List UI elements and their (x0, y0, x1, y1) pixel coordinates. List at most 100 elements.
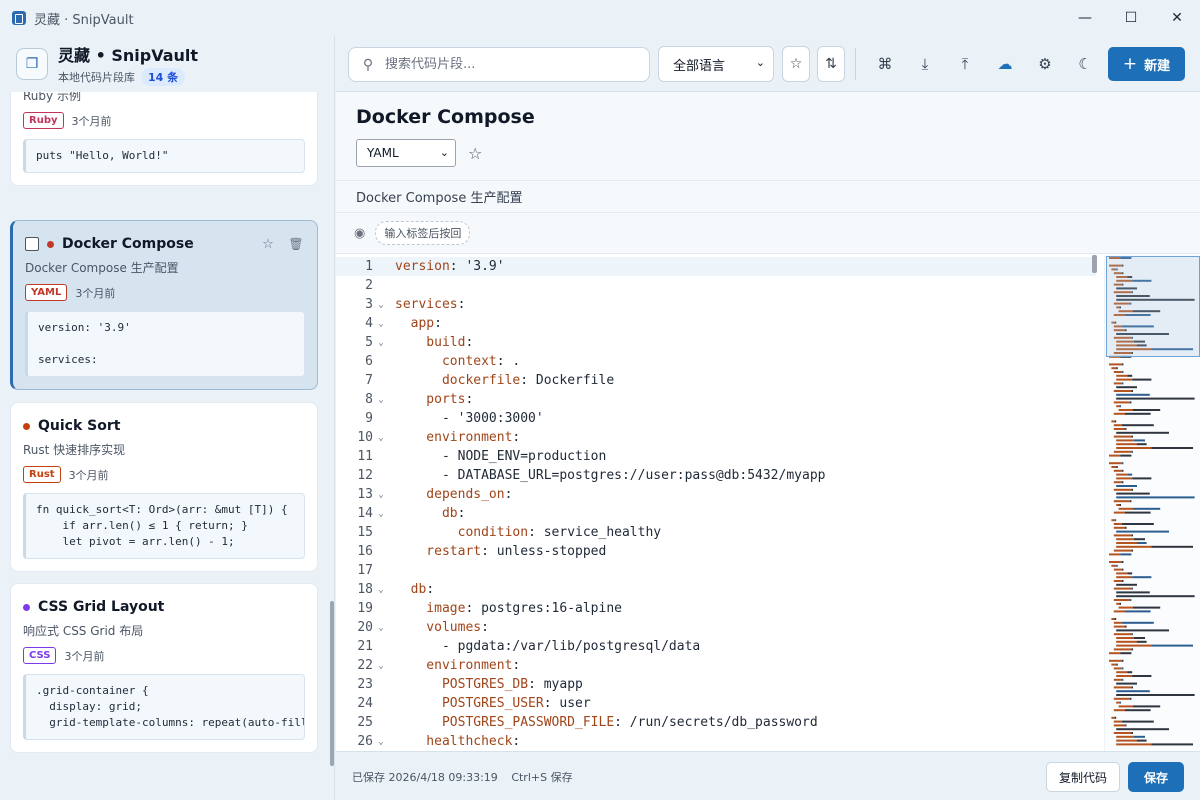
card-checkbox[interactable] (25, 237, 39, 251)
copy-code-button[interactable]: 复制代码 (1046, 762, 1120, 792)
line-number: 11 (357, 449, 373, 464)
fold-chevron-icon[interactable]: ⌄ (375, 433, 387, 443)
minimap-line (1131, 534, 1133, 537)
minimap-line (1125, 511, 1151, 514)
save-button[interactable]: 保存 (1128, 762, 1184, 792)
snippet-title[interactable]: Docker Compose (356, 106, 535, 128)
code-text: POSTGRES_USER: user (395, 696, 591, 711)
snippet-card[interactable]: CSS Grid Layout 响应式 CSS Grid 布局 CSS 3个月前 .gr… (10, 583, 318, 753)
code-line[interactable]: 19 image: postgres:16-alpine (336, 599, 1096, 618)
code-line[interactable]: 8 ⌄ ports: (336, 390, 1096, 409)
minimap-line (1114, 519, 1117, 522)
code-line[interactable]: 10 ⌄ environment: (336, 428, 1096, 447)
new-snippet-button[interactable]: + 新建 (1108, 47, 1185, 81)
code-line[interactable]: 9 - '3000:3000' (336, 409, 1096, 428)
fold-chevron-icon[interactable]: ⌄ (375, 490, 387, 500)
fold-chevron-icon[interactable]: ⌄ (375, 509, 387, 519)
language-filter-select[interactable]: 全部语言 ⌄ (658, 46, 774, 82)
code-line[interactable]: 2 (336, 276, 1096, 295)
sort-button[interactable]: ⇅ (817, 46, 845, 82)
yaml-key: POSTGRES_USER (395, 696, 544, 711)
minimap-line (1116, 694, 1195, 696)
language-color-dot (47, 240, 54, 248)
code-editor[interactable]: 1 version: '3.9' 2 3 ⌄ services: 4 ⌄ app: 5 ⌄ bui… (336, 255, 1200, 751)
fold-chevron-icon[interactable]: ⌄ (375, 319, 387, 329)
yaml-value: : (457, 506, 466, 521)
snippet-language-select[interactable]: YAML ⌄ (356, 139, 456, 167)
code-line[interactable]: 12 - DATABASE_URL=postgres://user:pass@d… (336, 466, 1096, 485)
code-line[interactable]: 23 POSTGRES_DB: myapp (336, 675, 1096, 694)
code-line[interactable]: 14 ⌄ db: (336, 504, 1096, 523)
fold-chevron-icon[interactable]: ⌄ (375, 300, 387, 310)
minimap-line (1113, 382, 1122, 385)
star-icon[interactable]: ☆ (259, 235, 277, 253)
minimap-line (1118, 705, 1133, 708)
code-line[interactable]: 13 ⌄ depends_on: (336, 485, 1096, 504)
search-input[interactable] (385, 57, 635, 72)
code-line[interactable]: 17 (336, 561, 1096, 580)
minimap-line (1113, 526, 1125, 529)
saved-time: 已保存 2026/4/18 09:33:19 (352, 771, 498, 784)
code-line[interactable]: 25 POSTGRES_PASSWORD_FILE: /run/secrets/… (336, 713, 1096, 732)
snippet-description[interactable]: Docker Compose 生产配置 (336, 180, 1200, 213)
fold-chevron-icon[interactable]: ⌄ (375, 395, 387, 405)
gear-icon[interactable]: ⚙ (1031, 50, 1059, 78)
fold-chevron-icon[interactable]: ⌄ (375, 585, 387, 595)
minimap[interactable] (1104, 255, 1200, 751)
minimap-viewport[interactable] (1106, 256, 1200, 357)
cloud-icon[interactable]: ☁ (991, 50, 1019, 78)
download-icon[interactable]: ⤓ (911, 50, 939, 78)
fold-chevron-icon[interactable]: ⌄ (375, 661, 387, 671)
minimap-line (1116, 572, 1128, 575)
yaml-key: db (395, 582, 427, 597)
code-line[interactable]: 18 ⌄ db: (336, 580, 1096, 599)
code-line[interactable]: 11 - NODE_ENV=production (336, 447, 1096, 466)
yaml-value: : (481, 620, 489, 635)
code-line[interactable]: 4 ⌄ app: (336, 314, 1096, 333)
tag-input[interactable]: 输入标签后按回 (375, 221, 471, 245)
minimap-line (1116, 735, 1134, 738)
code-line[interactable]: 7 dockerfile: Dockerfile (336, 371, 1096, 390)
search-box[interactable]: ⚲ (348, 47, 650, 82)
minimap-line (1121, 371, 1124, 373)
fold-chevron-icon[interactable]: ⌄ (375, 338, 387, 348)
code-text: volumes: (395, 620, 489, 635)
snippet-card[interactable]: Docker Compose ☆ 🗑 Docker Compose 生产配置 YAML 3… (10, 220, 318, 390)
code-line[interactable]: 6 context: . (336, 352, 1096, 371)
minimap-line (1125, 709, 1151, 712)
code-line[interactable]: 16 restart: unless-stopped (336, 542, 1096, 561)
snippet-card[interactable]: Quick Sort Rust 快速排序实现 Rust 3个月前 fn quick_so… (10, 402, 318, 572)
close-icon[interactable]: ✕ (1154, 0, 1200, 36)
minimap-line (1116, 640, 1137, 643)
minimap-line (1113, 371, 1122, 373)
code-line[interactable]: 15 condition: service_healthy (336, 523, 1096, 542)
code-line[interactable]: 1 version: '3.9' (336, 257, 1096, 276)
code-line[interactable]: 21 - pgdata:/var/lib/postgresql/data (336, 637, 1096, 656)
trash-icon[interactable]: 🗑 (287, 235, 305, 253)
moon-icon[interactable]: ☾ (1071, 50, 1099, 78)
minimap-line (1131, 648, 1133, 651)
code-line[interactable]: 24 POSTGRES_USER: user (336, 694, 1096, 713)
maximize-icon[interactable]: ☐ (1108, 0, 1154, 36)
command-icon[interactable]: ⌘ (871, 50, 899, 78)
minimap-line (1121, 659, 1124, 662)
minimap-line (1116, 386, 1137, 389)
minimize-icon[interactable]: — (1062, 0, 1108, 36)
fold-chevron-icon[interactable]: ⌄ (375, 623, 387, 633)
sidebar-scrollbar[interactable] (330, 601, 334, 766)
code-line[interactable]: 26 ⌄ healthcheck: (336, 732, 1096, 751)
code-line[interactable]: 22 ⌄ environment: (336, 656, 1096, 675)
minimap-line (1111, 618, 1115, 620)
line-number: 4 (365, 316, 373, 331)
minimap-line (1151, 447, 1193, 449)
code-line[interactable]: 20 ⌄ volumes: (336, 618, 1096, 637)
card-code-preview: .grid-container { display: grid; grid-te… (23, 674, 305, 740)
star-icon[interactable]: ☆ (468, 144, 482, 163)
code-line[interactable]: 3 ⌄ services: (336, 295, 1096, 314)
upload-icon[interactable]: ⤒ (951, 50, 979, 78)
code-line[interactable]: 5 ⌄ build: (336, 333, 1096, 352)
favorites-filter-button[interactable]: ☆ (782, 46, 810, 82)
line-number: 5 (365, 335, 373, 350)
fold-chevron-icon[interactable]: ⌄ (375, 737, 387, 747)
editor-scrollbar[interactable] (1092, 255, 1097, 273)
